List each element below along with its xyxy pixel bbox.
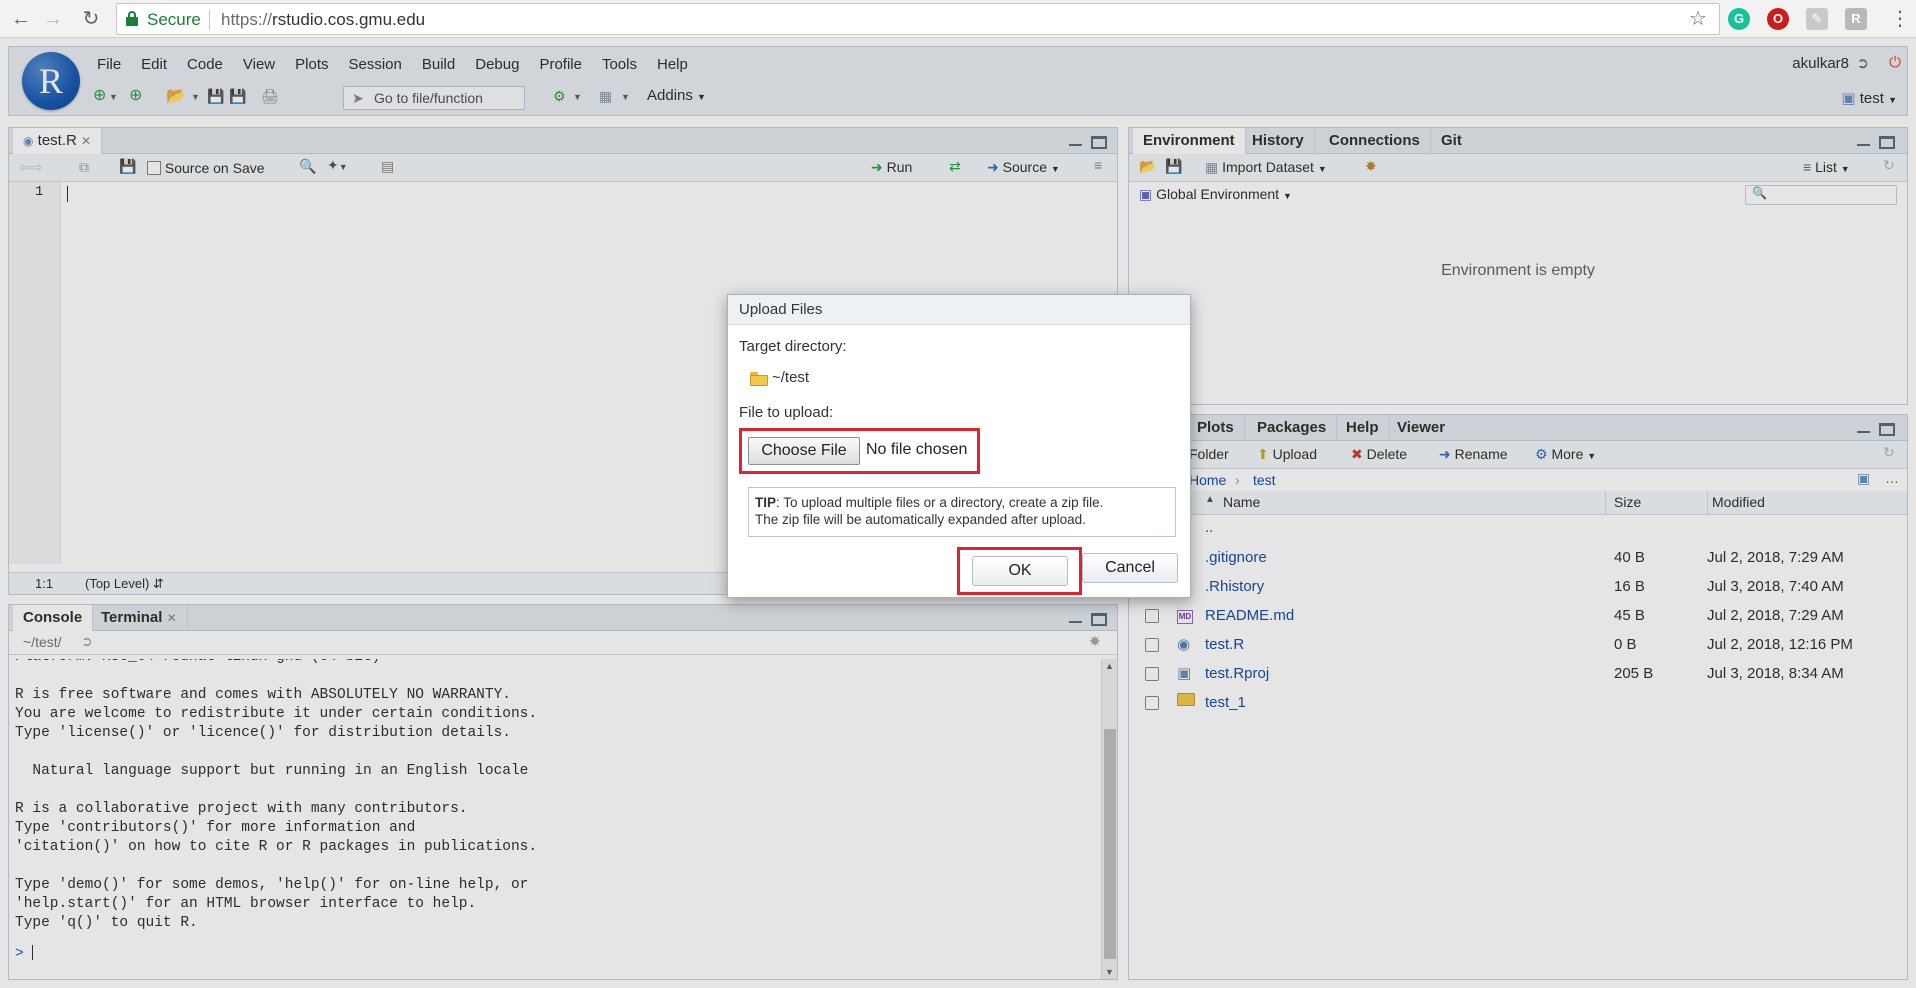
- grammarly-extension-icon[interactable]: G: [1728, 8, 1750, 30]
- file-to-upload-label: File to upload:: [739, 404, 834, 421]
- cancel-button[interactable]: Cancel: [1082, 553, 1178, 583]
- tip-text: : To upload multiple files or a director…: [776, 495, 1104, 510]
- url-text[interactable]: https://rstudio.cos.gmu.edu: [221, 10, 425, 30]
- browser-toolbar: ← → ↻ Secure https://rstudio.cos.gmu.edu…: [0, 0, 1916, 38]
- secure-label: Secure: [147, 10, 201, 29]
- pdf-extension-icon[interactable]: ✎: [1806, 8, 1828, 30]
- bookmark-star-icon[interactable]: ☆: [1689, 6, 1707, 31]
- upload-tip: TIP: To upload multiple files or a direc…: [748, 487, 1176, 537]
- url-scheme: https://: [221, 10, 273, 29]
- target-directory-label: Target directory:: [739, 338, 847, 355]
- no-file-chosen-label: No file chosen: [866, 441, 968, 458]
- browser-menu-icon[interactable]: ⋮: [1890, 6, 1910, 31]
- extension-icon[interactable]: R: [1845, 8, 1867, 30]
- ok-button[interactable]: OK: [972, 556, 1068, 586]
- folder-icon: [750, 372, 768, 386]
- tip-text-line2: The zip file will be automatically expan…: [755, 512, 1086, 527]
- file-input-highlight: Choose File No file chosen: [739, 428, 980, 474]
- address-bar[interactable]: Secure https://rstudio.cos.gmu.edu ☆: [116, 3, 1720, 35]
- reload-icon[interactable]: ↻: [78, 6, 104, 32]
- dialog-title: Upload Files: [728, 295, 1190, 325]
- back-arrow-icon[interactable]: ←: [8, 6, 34, 32]
- opera-extension-icon[interactable]: O: [1767, 8, 1789, 30]
- lock-icon: [126, 11, 138, 26]
- target-directory-path: ~/test: [772, 369, 810, 386]
- forward-arrow-icon[interactable]: →: [40, 6, 66, 32]
- url-host: rstudio.cos.gmu.edu: [272, 10, 426, 29]
- choose-file-button[interactable]: Choose File: [748, 437, 860, 465]
- upload-files-dialog: Upload Files Target directory: ~/test Fi…: [727, 294, 1191, 598]
- tip-label: TIP: [755, 495, 777, 510]
- ok-button-highlight: OK: [957, 547, 1082, 595]
